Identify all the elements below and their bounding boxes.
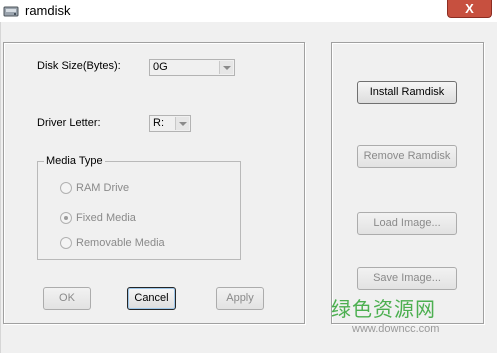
chevron-down-icon[interactable]	[175, 117, 189, 130]
close-icon: X	[465, 1, 474, 16]
watermark-logo-text: 绿色资源网	[331, 297, 436, 321]
actions-panel: Install Ramdisk Remove Ramdisk Load Imag…	[331, 42, 484, 324]
chevron-down-icon[interactable]	[219, 61, 233, 74]
radio-ram-drive[interactable]	[60, 182, 72, 194]
driver-letter-select[interactable]: R:	[149, 115, 191, 132]
disk-app-icon	[3, 6, 19, 17]
disk-size-value: 0G	[153, 61, 168, 73]
disk-size-select[interactable]: 0G	[149, 59, 235, 76]
media-type-title: Media Type	[44, 155, 105, 168]
install-ramdisk-button[interactable]: Install Ramdisk	[357, 81, 457, 104]
save-image-button[interactable]: Save Image...	[357, 267, 457, 290]
remove-ramdisk-button[interactable]: Remove Ramdisk	[357, 145, 457, 168]
load-image-button[interactable]: Load Image...	[357, 212, 457, 235]
settings-panel: Disk Size(Bytes): 0G Driver Letter: R: M…	[3, 42, 305, 324]
driver-letter-label: Driver Letter:	[37, 117, 101, 129]
apply-button[interactable]: Apply	[216, 287, 264, 310]
driver-letter-value: R:	[153, 117, 164, 129]
watermark-url: www.downcc.com	[352, 323, 440, 335]
disk-size-label: Disk Size(Bytes):	[37, 60, 121, 72]
ramdisk-window: ramdisk X Disk Size(Bytes): 0G Driver Le…	[0, 0, 497, 353]
radio-fixed-media-label: Fixed Media	[76, 212, 136, 224]
window-title: ramdisk	[25, 3, 71, 18]
title-bar[interactable]: ramdisk X	[0, 0, 497, 22]
radio-removable-media[interactable]	[60, 237, 72, 249]
ok-button[interactable]: OK	[43, 287, 91, 310]
cancel-button[interactable]: Cancel	[127, 287, 176, 310]
radio-fixed-media[interactable]	[60, 212, 72, 224]
radio-ram-drive-label: RAM Drive	[76, 182, 130, 194]
media-type-group: Media Type RAM Drive Fixed Media Removab…	[37, 155, 241, 260]
radio-removable-media-label: Removable Media	[76, 237, 165, 249]
close-button[interactable]: X	[447, 0, 492, 18]
